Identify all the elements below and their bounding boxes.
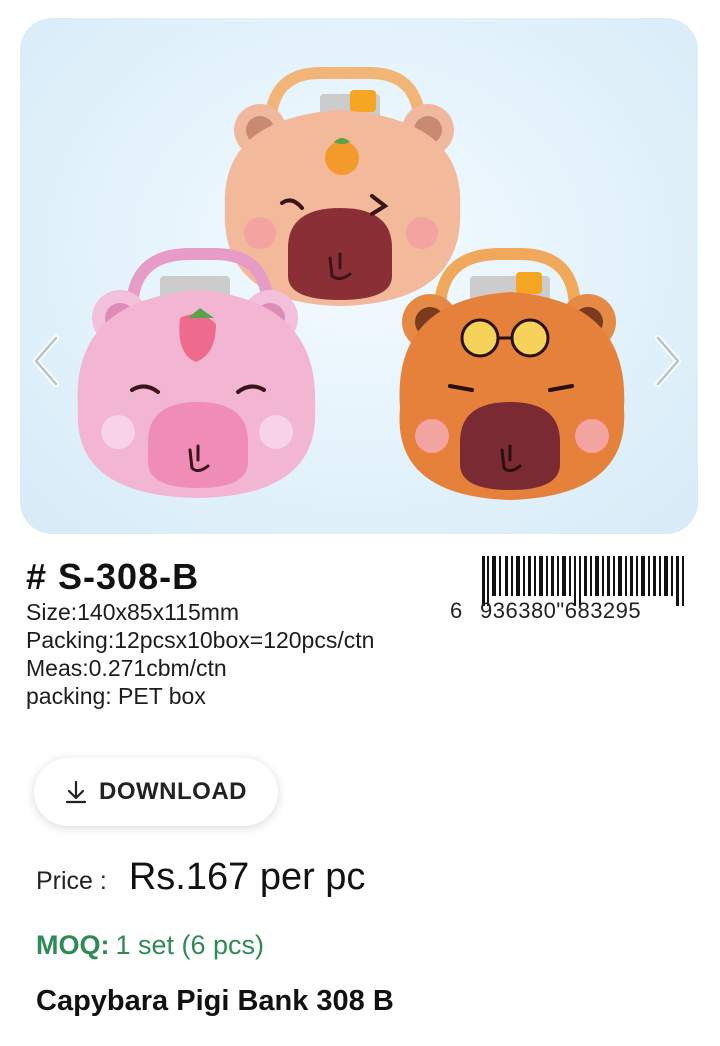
product-name: Capybara Pigi Bank 308 B bbox=[36, 985, 394, 1017]
download-button[interactable]: DOWNLOAD bbox=[34, 758, 278, 826]
price-row: Price : Rs.167 per pc bbox=[36, 856, 365, 899]
barcode-digits-text: 936380"683295 bbox=[480, 598, 642, 623]
download-label: DOWNLOAD bbox=[99, 778, 247, 805]
barcode-lead-digit: 6 bbox=[450, 598, 463, 623]
chevron-left-icon bbox=[33, 335, 59, 387]
barcode-number: 6 936380"683295 bbox=[450, 598, 696, 624]
next-image-button[interactable] bbox=[650, 334, 694, 394]
product-photo bbox=[77, 67, 625, 500]
product-specs: Size:140x85x115mm Packing:12pcsx10box=12… bbox=[26, 598, 374, 710]
spec-packing: Packing:12pcsx10box=120pcs/ctn bbox=[26, 627, 375, 653]
product-image-gallery[interactable] bbox=[20, 18, 698, 534]
previous-image-button[interactable] bbox=[28, 334, 72, 394]
product-sku: # S-308-B bbox=[26, 556, 200, 597]
price-value: Rs.167 per pc bbox=[128, 856, 366, 898]
spec-packing-type: packing: PET box bbox=[26, 683, 206, 709]
spec-meas: Meas:0.271cbm/ctn bbox=[26, 655, 227, 681]
orange-capybara-bank bbox=[399, 248, 625, 500]
spec-size: Size:140x85x115mm bbox=[26, 599, 240, 625]
moq-label: MOQ: bbox=[36, 930, 110, 960]
moq-row: MOQ: 1 set (6 pcs) bbox=[36, 930, 264, 961]
price-label: Price : bbox=[36, 867, 107, 895]
moq-value: 1 set (6 pcs) bbox=[115, 930, 265, 960]
chevron-right-icon bbox=[655, 335, 681, 387]
download-icon bbox=[65, 780, 87, 804]
